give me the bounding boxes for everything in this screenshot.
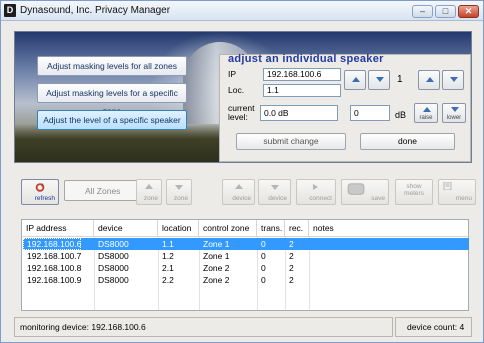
arrow-up-icon [145,184,153,189]
number-down-button[interactable] [442,70,464,90]
adjust-specific-speaker-button[interactable]: Adjust the level of a specific speaker [37,110,187,130]
table-row[interactable]: 192.168.100.6 DS8000 1.1 Zone 1 0 2 [23,238,469,250]
menu-icon [443,182,452,190]
cell-trans: 0 [261,239,266,249]
column-header-notes[interactable]: notes [309,220,468,237]
arrow-down-icon [376,77,384,82]
menu-button[interactable]: menu [438,179,476,205]
column-header-location[interactable]: location [158,220,199,237]
panel-title: adjust an individual speaker [228,53,384,65]
status-bar: monitoring device: 192.168.100.6 device … [14,317,472,337]
ip-label: IP [228,69,237,79]
close-button[interactable]: ✕ [458,5,479,18]
zones-dropdown-value: All Zones [85,186,121,196]
cell-device: DS8000 [98,263,129,273]
device-down-button[interactable]: device [258,179,291,205]
cell-control-zone: Zone 1 [203,239,230,249]
table-row[interactable]: 192.168.100.9 DS8000 2.2 Zone 2 0 2 [23,274,469,286]
table-row[interactable]: 192.168.100.8 DS8000 2.1 Zone 2 0 2 [23,262,469,274]
ip-field[interactable]: 192.168.100.6 [263,68,341,81]
connect-button[interactable]: connect [296,179,336,205]
column-header-device[interactable]: device [94,220,158,237]
adjust-specific-zone-button[interactable]: Adjust masking levels for a specific zon… [37,83,187,116]
cell-location: 2.2 [162,275,174,285]
cell-device: DS8000 [98,239,129,249]
ip-up-button[interactable] [344,70,366,90]
cell-rec: 2 [289,275,294,285]
zone-down-button[interactable]: zone [166,179,192,205]
minimize-button[interactable]: – [412,5,433,18]
arrow-down-icon [175,185,183,190]
cell-notes [309,262,313,274]
cell-device: DS8000 [98,275,129,285]
column-header-rec[interactable]: rec. [285,220,309,237]
number-up-button[interactable] [418,70,440,90]
adjust-speaker-panel: adjust an individual speaker IP 192.168.… [219,53,471,162]
monitoring-status: monitoring device: 192.168.100.6 [14,317,393,337]
done-button[interactable]: done [360,133,455,150]
cell-ip: 192.168.100.7 [27,251,82,261]
step-field[interactable]: 0 [350,105,390,121]
lower-button[interactable]: lower [442,103,466,123]
hard-drive-icon [347,183,365,195]
toolbar: refresh All Zones ▼ zone zone device dev… [21,175,476,209]
cell-location: 1.1 [162,239,174,249]
device-table: IP address device location control zone … [21,219,469,311]
cell-device: DS8000 [98,251,129,261]
window-title: Dynasound, Inc. Privacy Manager [20,5,171,16]
show-meters-button[interactable]: show meters [395,179,433,205]
cell-control-zone: Zone 2 [203,275,230,285]
zone-up-button[interactable]: zone [136,179,162,205]
cell-control-zone: Zone 1 [203,251,230,261]
arrow-down-icon [270,185,279,190]
app-window: D Dynasound, Inc. Privacy Manager – □ ✕ … [0,0,484,343]
arrow-down-icon [451,107,459,112]
save-button[interactable]: save [341,179,389,205]
cell-trans: 0 [261,263,266,273]
column-header-ip[interactable]: IP address [22,220,94,237]
device-up-button[interactable]: device [222,179,255,205]
current-level-field: 0.0 dB [260,105,338,121]
column-header-control-zone[interactable]: control zone [199,220,257,237]
cell-rec: 2 [289,239,294,249]
number-value: 1 [397,74,403,85]
cell-notes [309,238,313,250]
refresh-icon [35,183,45,192]
column-header-trans[interactable]: trans. [257,220,285,237]
arrow-up-icon [423,107,431,112]
adjust-all-zones-button[interactable]: Adjust masking levels for all zones [37,56,187,76]
arrow-down-icon [450,77,458,82]
cell-trans: 0 [261,275,266,285]
current-level-label-2: level: [228,112,248,122]
device-count-status: device count: 4 [395,317,472,337]
submit-change-button[interactable]: submit change [236,133,346,150]
cell-trans: 0 [261,251,266,261]
cell-ip: 192.168.100.8 [27,263,82,273]
cell-rec: 2 [289,251,294,261]
maximize-button[interactable]: □ [435,5,456,18]
cell-notes [309,274,313,286]
cell-ip: 192.168.100.9 [27,275,82,285]
title-bar: D Dynasound, Inc. Privacy Manager – □ ✕ [1,1,483,21]
cell-rec: 2 [289,263,294,273]
table-row[interactable]: 192.168.100.7 DS8000 1.2 Zone 1 0 2 [23,250,469,262]
refresh-button[interactable]: refresh [21,179,59,205]
cell-ip: 192.168.100.6 [23,238,82,250]
arrow-up-icon [352,77,360,82]
arrow-up-icon [234,184,243,189]
arrow-up-icon [426,77,434,82]
loc-field[interactable]: 1.1 [263,84,341,97]
loc-label: Loc. [228,85,245,95]
cell-location: 1.2 [162,251,174,261]
raise-button[interactable]: raise [414,103,438,123]
app-icon: D [4,4,16,17]
cell-notes [309,250,313,262]
cell-location: 2.1 [162,263,174,273]
ip-down-button[interactable] [368,70,390,90]
cell-control-zone: Zone 2 [203,263,230,273]
play-icon [313,184,318,190]
step-unit: dB [395,110,407,120]
